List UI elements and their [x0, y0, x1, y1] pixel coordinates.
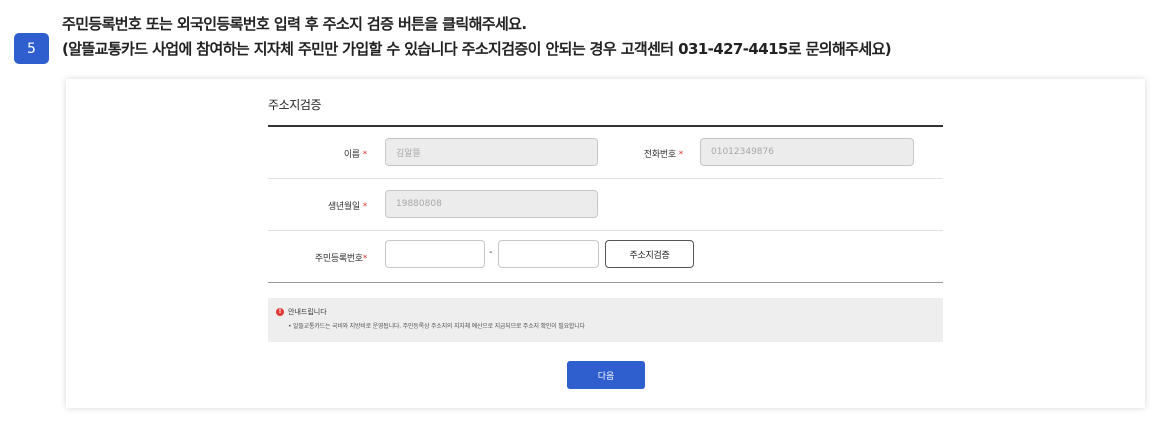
phone-label: 전화번호 * — [643, 150, 684, 160]
verify-address-button[interactable]: 주소지검증 — [605, 240, 694, 268]
required-mark: * — [678, 150, 684, 160]
notice-box: ! 안내드립니다 • 알뜰교통카드는 국비와 지방비로 운영됩니다. 주민등록상… — [268, 298, 943, 342]
step-number-badge: 5 — [14, 33, 49, 64]
form-row-birth: 생년월일 * 19880808 — [268, 179, 943, 231]
rrn-label: 주민등록번호* — [314, 254, 368, 264]
instructions: 주민등록번호 또는 외국인등록번호 입력 후 주소지 검증 버튼을 클릭해주세요… — [62, 12, 1142, 62]
rrn-separator: - — [489, 247, 493, 258]
birth-date-field[interactable]: 19880808 — [385, 190, 598, 218]
instruction-line-1: 주민등록번호 또는 외국인등록번호 입력 후 주소지 검증 버튼을 클릭해주세요… — [62, 15, 527, 33]
notice-title: ! 안내드립니다 — [276, 307, 327, 317]
name-field[interactable]: 김알뜰 — [385, 138, 598, 166]
rrn-second-input[interactable] — [498, 240, 599, 268]
rrn-first-input[interactable] — [385, 240, 485, 268]
phone-field[interactable]: 01012349876 — [700, 138, 914, 166]
next-button[interactable]: 다음 — [567, 361, 645, 389]
form-title: 주소지검증 — [268, 98, 322, 112]
form-row-name-phone: 이름 * 김알뜰 전화번호 * 01012349876 — [268, 127, 943, 179]
birth-label: 생년월일 * — [327, 202, 368, 212]
address-verification-card: 주소지검증 이름 * 김알뜰 전화번호 * 01012349876 생년월일 * 19… — [66, 79, 1145, 408]
required-mark: * — [362, 254, 368, 264]
form-row-rrn: 주민등록번호* - 주소지검증 — [268, 231, 943, 283]
alert-icon: ! — [276, 308, 284, 316]
instruction-line-2: (알뜰교통카드 사업에 참여하는 지자체 주민만 가입할 수 있습니다 주소지검… — [62, 40, 892, 58]
required-mark: * — [362, 202, 368, 212]
notice-text: • 알뜰교통카드는 국비와 지방비로 운영됩니다. 주민등록상 주소지의 지자체… — [288, 323, 585, 330]
name-label: 이름 * — [343, 150, 368, 160]
required-mark: * — [362, 150, 368, 160]
